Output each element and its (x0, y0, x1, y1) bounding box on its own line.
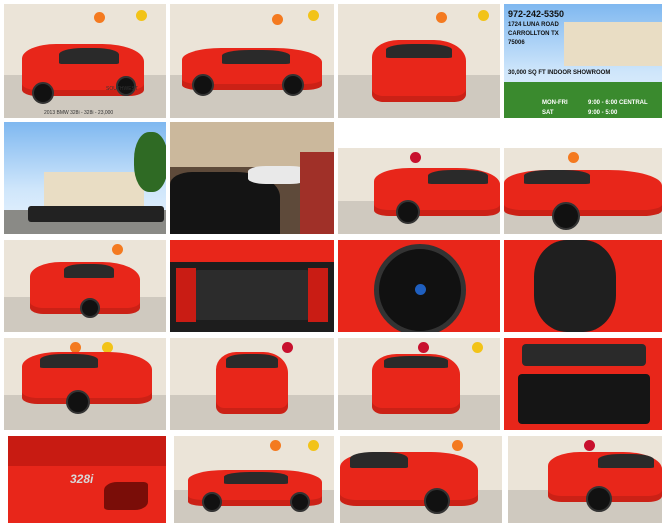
showroom-city: CARROLLTON TX (508, 31, 559, 37)
photo-tile-1[interactable]: 2013 BMW 328i - 328i - 23,000 SOUTHWEST (4, 4, 166, 118)
gulf-logo-icon (112, 244, 123, 255)
showroom-info-tile[interactable]: 972-242-5350 1724 LUNA ROAD CARROLLTON T… (504, 4, 662, 118)
taillight (104, 482, 148, 510)
mobil-logo-icon (282, 342, 293, 353)
listing-caption: 2013 BMW 328i - 328i - 23,000 (44, 110, 114, 116)
ok-logo-icon (308, 10, 319, 21)
photo-tile-13[interactable] (4, 338, 166, 430)
photo-tile-16[interactable] (504, 338, 662, 430)
photo-tile-3[interactable] (338, 4, 500, 118)
photo-tile-8[interactable] (504, 148, 662, 234)
photo-tile-15[interactable] (338, 338, 500, 430)
showroom-sqft: 30,000 SQ FT INDOOR SHOWROOM (508, 70, 611, 76)
ok-logo-icon (308, 440, 319, 451)
ok-logo-icon (472, 342, 483, 353)
gulf-logo-icon (452, 440, 463, 451)
gulf-logo-icon (436, 12, 447, 23)
gulf-logo-icon (272, 14, 283, 25)
photo-tile-2[interactable] (170, 4, 334, 118)
trunk-open (522, 344, 646, 366)
showroom-zip: 75006 (508, 40, 525, 46)
showroom-street: 1724 LUNA ROAD (508, 22, 559, 28)
hours-sat: 9:00 - 5:00 (588, 110, 618, 116)
hours-weekday: 9:00 - 6:00 CENTRAL (588, 100, 648, 106)
hood-open (170, 240, 334, 262)
photo-tile-17[interactable]: 328i (8, 436, 166, 523)
ok-logo-icon (136, 10, 147, 21)
photo-tile-9[interactable] (4, 240, 166, 332)
gulf-logo-icon (94, 12, 105, 23)
photo-tile-7[interactable] (338, 148, 500, 234)
engine-bay (192, 270, 312, 320)
photo-tile-20[interactable] (508, 436, 662, 523)
trunk-cargo-area (518, 374, 650, 424)
hours-sat-label: SAT (542, 110, 554, 116)
model-badge-328i: 328i (70, 472, 94, 486)
photo-tile-10[interactable] (170, 240, 334, 332)
showroom-phone: 972-242-5350 (508, 9, 565, 19)
tree (134, 132, 166, 192)
photo-tile-5[interactable] (4, 122, 166, 234)
ok-logo-icon (478, 10, 489, 21)
photo-tile-6[interactable] (170, 122, 334, 234)
tire-closeup (534, 240, 616, 332)
photo-tile-11[interactable] (338, 240, 500, 332)
mobil-logo-icon (584, 440, 595, 451)
trucks-row (28, 206, 164, 222)
gulf-logo-icon (568, 152, 579, 163)
dealership-building (564, 22, 662, 66)
gulf-logo-icon (270, 440, 281, 451)
photo-tile-12[interactable] (504, 240, 662, 332)
hours-weekday-label: MON-FRI (542, 100, 568, 106)
mobil-logo-icon (418, 342, 429, 353)
bmw-badge-icon (415, 284, 426, 295)
photo-tile-14[interactable] (170, 338, 334, 430)
photo-tile-19[interactable] (340, 436, 502, 523)
mobil-logo-icon (410, 152, 421, 163)
photo-tile-18[interactable] (174, 436, 334, 523)
watermark-text: SOUTHWEST (106, 86, 138, 92)
